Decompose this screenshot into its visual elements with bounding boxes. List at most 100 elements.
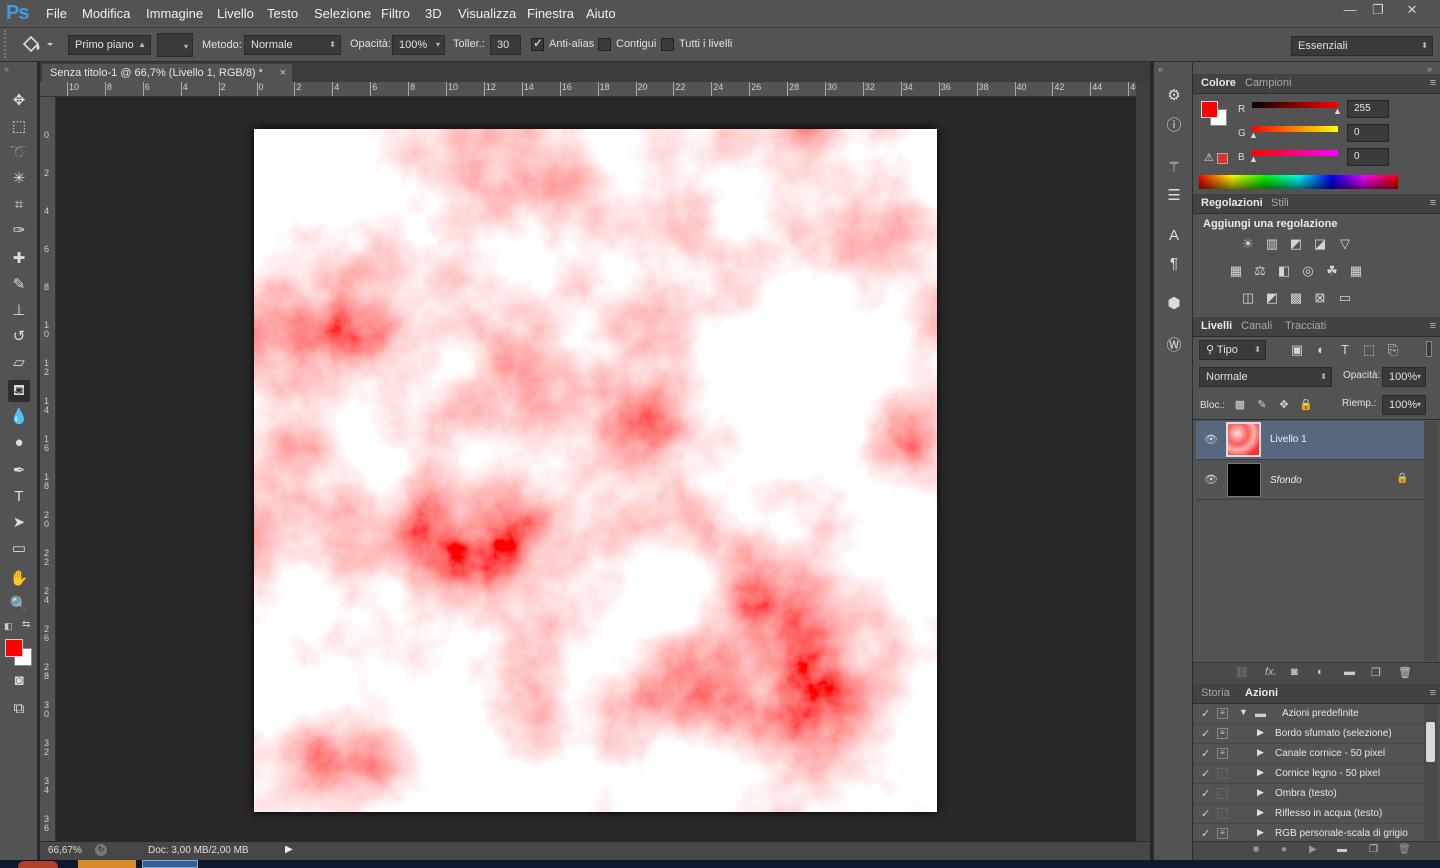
pen-tool-icon[interactable]: ✒ — [8, 460, 30, 482]
all-layers-checkbox[interactable] — [661, 38, 674, 51]
new-set-icon[interactable]: ▬ — [1337, 844, 1347, 855]
document-image-clouds[interactable] — [254, 129, 937, 812]
actions-scroll-thumb[interactable] — [1426, 722, 1435, 762]
quick-mask-icon[interactable]: ◙ — [8, 670, 30, 692]
new-layer-icon[interactable]: ❐ — [1371, 666, 1381, 679]
foreground-color-swatch[interactable] — [5, 639, 23, 657]
gradient-map-icon[interactable]: ▭ — [1336, 290, 1354, 306]
3d-panel-icon[interactable]: ⬢ — [1164, 294, 1184, 314]
layer-filter-select[interactable]: ⚲ Tipo ⬍ — [1199, 340, 1266, 360]
tab-stili[interactable]: Stili — [1271, 197, 1289, 209]
brush-tool-icon[interactable]: ✎ — [8, 274, 30, 296]
marquee-tool-icon[interactable]: ⬚ — [8, 116, 30, 138]
b-slider[interactable] — [1252, 150, 1338, 156]
layer-row-sfondo[interactable]: 👁 Sfondo 🔒 — [1196, 461, 1424, 500]
lock-position-icon[interactable]: ✥ — [1275, 397, 1293, 413]
g-slider[interactable] — [1252, 126, 1338, 132]
menu-visualizza[interactable]: Visualizza — [458, 6, 516, 21]
lock-transparency-icon[interactable]: ▩ — [1231, 397, 1249, 413]
close-tab-icon[interactable]: × — [280, 64, 286, 82]
layers-scrollbar[interactable] — [1424, 421, 1438, 661]
info-panel-icon[interactable]: ⓘ — [1164, 116, 1184, 136]
expand-triangle-icon[interactable]: ▶ — [1257, 807, 1264, 818]
contiguous-checkbox[interactable] — [598, 38, 611, 51]
share-icon[interactable]: ↻ — [95, 844, 107, 856]
fx-icon[interactable]: fx. — [1265, 666, 1277, 678]
panel-menu-icon[interactable]: ≡ — [1430, 77, 1436, 89]
vertical-scrollbar[interactable] — [1136, 82, 1150, 841]
check-icon[interactable]: ✓ — [1201, 707, 1210, 720]
new-adjustment-icon[interactable]: ◐ — [1317, 666, 1324, 678]
dialog-toggle-icon[interactable]: ≡ — [1217, 828, 1228, 839]
collapse-panels-icon[interactable]: » — [1427, 64, 1432, 74]
dialog-toggle-icon[interactable]: ≡ — [1217, 728, 1228, 739]
dialog-toggle-icon[interactable]: ≡ — [1217, 748, 1228, 759]
rectangle-tool-icon[interactable]: ▭ — [8, 538, 30, 560]
check-icon[interactable]: ✓ — [1201, 807, 1210, 820]
taskbar-app-icon[interactable] — [78, 860, 136, 868]
swap-colors-icon[interactable]: ⇆ — [22, 619, 30, 630]
posterize-icon[interactable]: ◩ — [1263, 290, 1281, 306]
color-lookup-icon[interactable]: ▦ — [1347, 263, 1365, 279]
minimize-button[interactable]: — — [1336, 2, 1364, 20]
threshold-icon[interactable]: ▩ — [1287, 290, 1305, 306]
action-row[interactable]: ✓ ▶ Riflesso in acqua (testo) — [1193, 804, 1423, 824]
new-group-icon[interactable]: ▬ — [1344, 666, 1355, 678]
check-icon[interactable]: ✓ — [1201, 767, 1210, 780]
filter-pixel-icon[interactable]: ▣ — [1288, 342, 1306, 358]
action-row[interactable]: ✓ ≡ ▶ Canale cornice - 50 pixel — [1193, 744, 1423, 764]
play-icon[interactable]: ▶ — [1309, 844, 1317, 855]
stop-icon[interactable]: ■ — [1253, 844, 1259, 855]
eye-icon[interactable]: 👁 — [1204, 473, 1218, 486]
dialog-toggle-icon[interactable]: ≡ — [1217, 708, 1228, 719]
path-selection-tool-icon[interactable]: ➤ — [8, 512, 30, 534]
b-slider-thumb[interactable]: ▲ — [1249, 154, 1258, 164]
new-action-icon[interactable]: ❐ — [1369, 844, 1378, 855]
history-brush-tool-icon[interactable]: ↺ — [8, 326, 30, 348]
tab-canali[interactable]: Canali — [1241, 320, 1272, 332]
lock-pixels-icon[interactable]: ✎ — [1253, 397, 1271, 413]
brush-settings-icon[interactable]: ☰ — [1164, 186, 1184, 206]
eyedropper-tool-icon[interactable]: ✑ — [8, 220, 30, 242]
b-value-field[interactable]: 0 — [1347, 148, 1389, 166]
menu-filtro[interactable]: Filtro — [381, 6, 410, 21]
invert-icon[interactable]: ◫ — [1239, 290, 1257, 306]
tab-campioni[interactable]: Campioni — [1245, 77, 1291, 89]
vibrance-icon[interactable]: ▽ — [1336, 236, 1354, 252]
zoom-tool-icon[interactable]: 🔍 — [8, 594, 30, 616]
antialias-checkbox[interactable]: ✓ — [531, 36, 544, 51]
expand-triangle-icon[interactable]: ▶ — [1257, 827, 1264, 838]
taskbar-app-icon[interactable] — [142, 860, 198, 868]
expand-triangle-icon[interactable]: ▶ — [1257, 787, 1264, 798]
panel-menu-icon[interactable]: ≡ — [1430, 320, 1436, 332]
selective-color-icon[interactable]: ⊠ — [1311, 290, 1329, 306]
gamut-warning-icon[interactable]: ⚠ — [1204, 151, 1214, 164]
layer-name[interactable]: Livello 1 — [1270, 434, 1307, 445]
collapse-icon[interactable]: » — [4, 64, 9, 74]
g-slider-thumb[interactable]: ▲ — [1249, 130, 1258, 140]
black-white-icon[interactable]: ◧ — [1275, 263, 1293, 279]
menu-finestra[interactable]: Finestra — [527, 6, 574, 21]
brightness-icon[interactable]: ☀ — [1239, 236, 1257, 252]
menu-3d[interactable]: 3D — [425, 6, 442, 21]
collapse-icon[interactable]: « — [1158, 64, 1163, 74]
brush-presets-icon[interactable]: ⚚ — [1164, 158, 1184, 178]
opacity-input[interactable]: 100% ▾ — [392, 35, 445, 55]
action-row[interactable]: ✓ ▶ Ombra (testo) — [1193, 784, 1423, 804]
lasso-tool-icon[interactable]: ➰ — [8, 142, 30, 164]
panel-menu-icon[interactable]: ≡ — [1430, 687, 1436, 699]
menu-file[interactable]: File — [46, 6, 67, 21]
tab-storia[interactable]: Storia — [1201, 687, 1230, 699]
close-window-button[interactable]: ✕ — [1398, 2, 1426, 20]
clone-stamp-tool-icon[interactable]: ⊥ — [8, 300, 30, 322]
magic-wand-tool-icon[interactable]: ✳ — [8, 168, 30, 190]
screen-mode-icon[interactable]: ⧉ — [8, 698, 30, 720]
method-select[interactable]: Normale ⬍ — [244, 35, 341, 55]
layer-row-livello-1[interactable]: 👁 Livello 1 — [1196, 421, 1424, 460]
color-balance-icon[interactable]: ⚖ — [1251, 263, 1269, 279]
eye-icon[interactable]: 👁 — [1204, 433, 1218, 446]
filter-type-icon[interactable]: T — [1336, 342, 1354, 358]
action-row[interactable]: ✓ ≡ ▶ Bordo sfumato (selezione) — [1193, 724, 1423, 744]
pattern-picker[interactable]: ▾ — [157, 33, 193, 57]
exposure-icon[interactable]: ◪ — [1311, 236, 1329, 252]
